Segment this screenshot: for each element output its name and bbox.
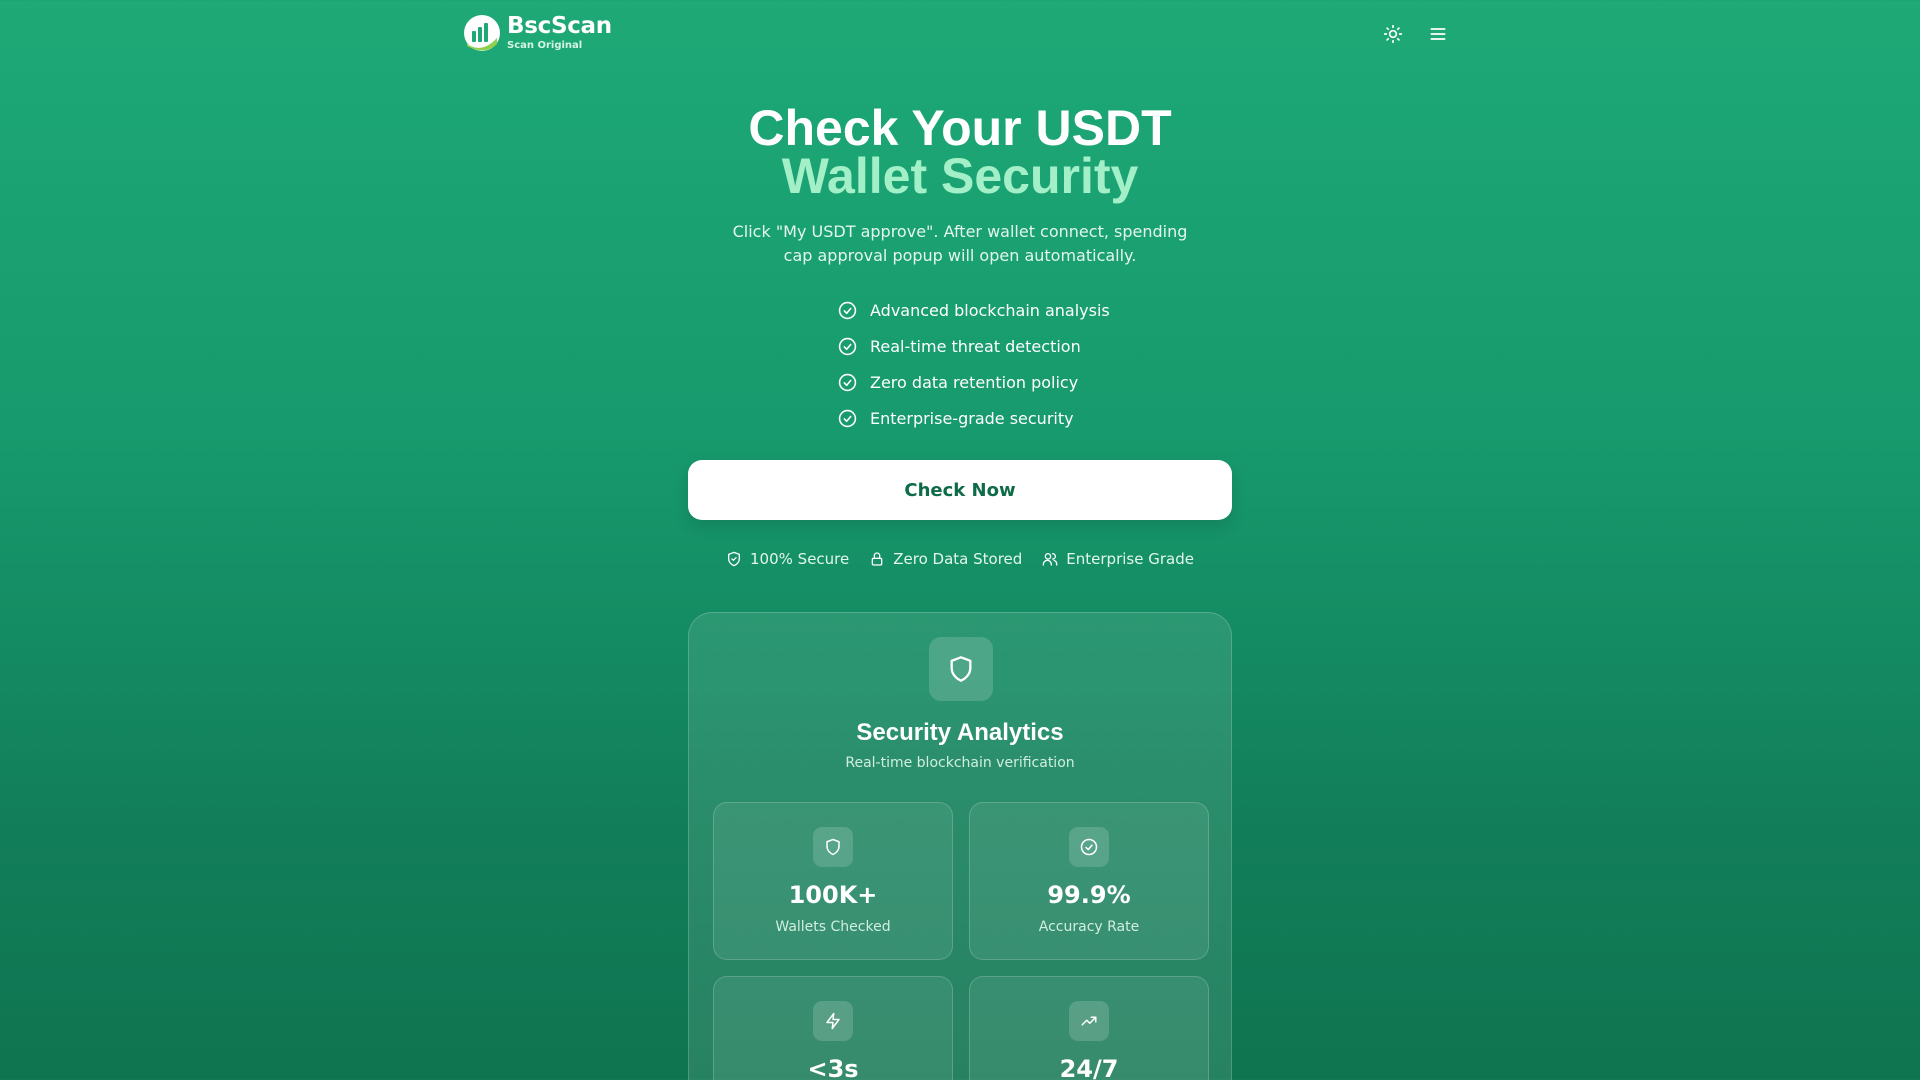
lightning-icon xyxy=(826,1012,840,1030)
badge-label: Enterprise Grade xyxy=(1066,550,1194,568)
check-circle-icon xyxy=(1080,838,1098,856)
feature-text: Advanced blockchain analysis xyxy=(870,300,1110,320)
stat-value: 100K+ xyxy=(788,881,878,909)
badge-zero-data: Zero Data Stored xyxy=(869,550,1022,568)
hero-description: Click "My USDT approve". After wallet co… xyxy=(732,222,1188,265)
hero-title-line2: Wallet Security xyxy=(781,148,1139,204)
theme-toggle-button[interactable] xyxy=(1381,22,1405,46)
security-analytics-card: Security Analytics Real-time blockchain … xyxy=(688,612,1232,1080)
hero-title: Check Your USDT Wallet Security xyxy=(0,100,1920,204)
card-icon-box xyxy=(929,637,993,701)
feature-item: Real-time threat detection xyxy=(810,328,1110,364)
hero-section: Check Your USDT Wallet Security Click "M… xyxy=(0,100,1920,436)
users-icon xyxy=(1042,553,1058,566)
check-circle-icon xyxy=(838,337,857,355)
badge-enterprise: Enterprise Grade xyxy=(1042,550,1194,568)
stat-value: 24/7 xyxy=(1059,1055,1119,1080)
stat-value: <3s xyxy=(807,1055,859,1080)
card-subtitle: Real-time blockchain verification xyxy=(845,755,1075,771)
stat-icon-box xyxy=(813,1001,853,1041)
trust-badges: 100% Secure Zero Data Stored Enterprise … xyxy=(0,550,1920,568)
check-circle-icon xyxy=(838,301,857,319)
stat-value: 99.9% xyxy=(1047,881,1131,909)
feature-text: Enterprise-grade security xyxy=(870,408,1074,428)
menu-button[interactable] xyxy=(1426,22,1450,46)
hero-title-line1: Check Your USDT xyxy=(748,100,1172,156)
stat-card: 24/7 xyxy=(969,976,1209,1080)
feature-list: Advanced blockchain analysis Real-time t… xyxy=(810,292,1110,436)
site-header: BscScan Scan Original xyxy=(0,0,1920,68)
sun-icon xyxy=(1383,24,1403,44)
feature-item: Advanced blockchain analysis xyxy=(810,292,1110,328)
shield-check-icon xyxy=(728,551,741,567)
stat-label: Wallets Checked xyxy=(775,919,891,935)
stat-label: Accuracy Rate xyxy=(1038,919,1140,935)
badge-secure: 100% Secure xyxy=(726,550,849,568)
lock-icon xyxy=(871,552,883,566)
stat-card: <3s xyxy=(713,976,953,1080)
stat-card: 99.9% Accuracy Rate xyxy=(969,802,1209,960)
shield-icon xyxy=(950,656,972,682)
stat-icon-box xyxy=(813,827,853,867)
stat-icon-box xyxy=(1069,827,1109,867)
feature-item: Enterprise-grade security xyxy=(810,400,1110,436)
shield-icon xyxy=(826,838,840,856)
check-circle-icon xyxy=(838,373,857,391)
badge-label: Zero Data Stored xyxy=(893,550,1023,568)
card-title: Security Analytics xyxy=(856,719,1064,746)
hamburger-menu-icon xyxy=(1430,28,1446,40)
stat-icon-box xyxy=(1069,1001,1109,1041)
check-now-button[interactable]: Check Now xyxy=(688,460,1232,520)
logo-subtitle: Scan Original xyxy=(507,40,583,51)
check-circle-icon xyxy=(838,409,857,427)
logo-text: BscScan Scan Original xyxy=(507,15,612,51)
bscscan-logo-icon xyxy=(464,15,500,51)
trending-up-icon xyxy=(1081,1016,1097,1026)
stat-card: 100K+ Wallets Checked xyxy=(713,802,953,960)
logo[interactable]: BscScan Scan Original xyxy=(463,14,612,52)
feature-item: Zero data retention policy xyxy=(810,364,1110,400)
feature-text: Real-time threat detection xyxy=(870,336,1081,356)
feature-text: Zero data retention policy xyxy=(870,372,1079,392)
logo-name: BscScan xyxy=(507,13,612,39)
badge-label: 100% Secure xyxy=(750,550,850,568)
